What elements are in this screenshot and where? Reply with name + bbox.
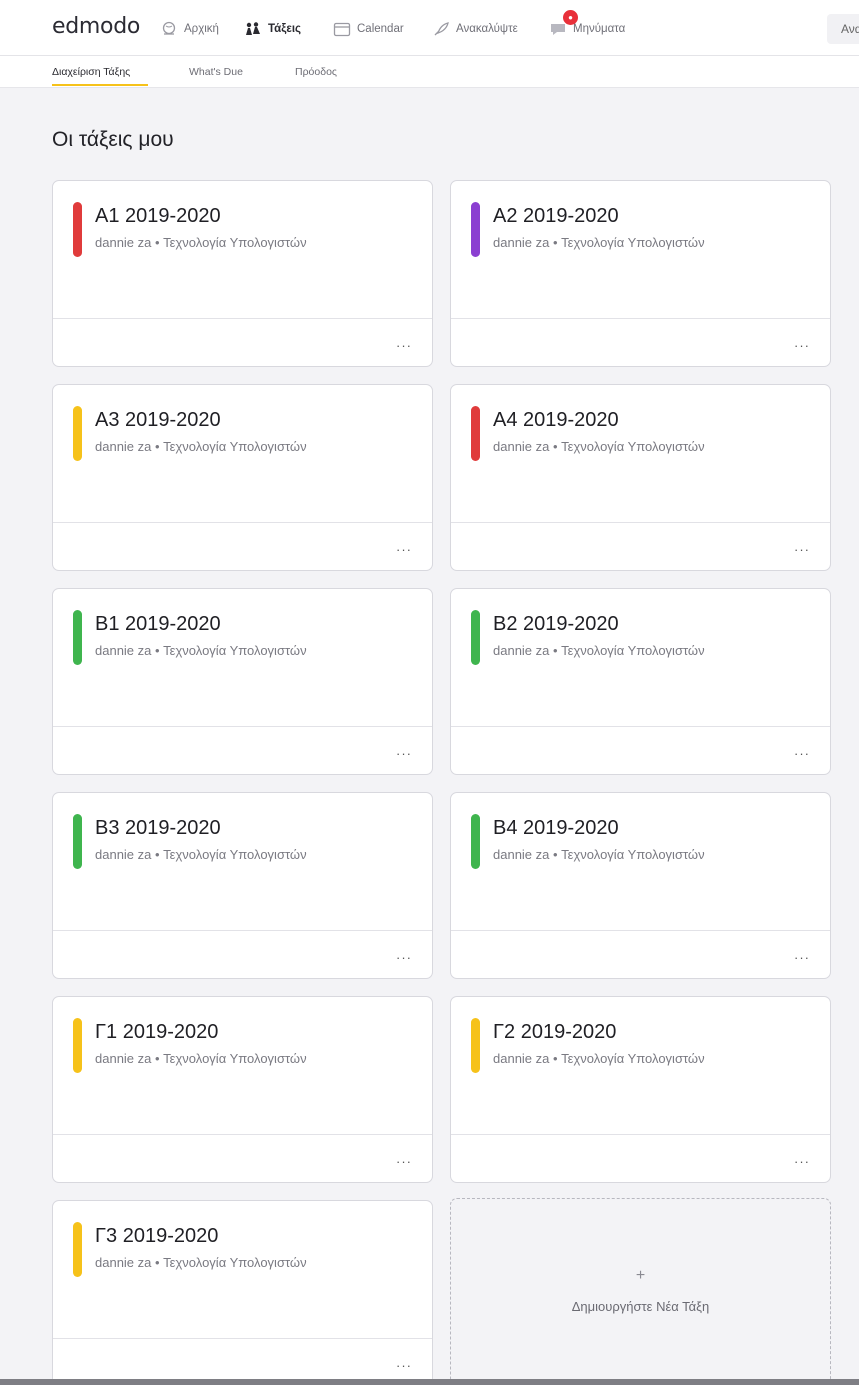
class-card-footer: ··· [451,930,830,978]
class-card[interactable]: Γ3 2019-2020 dannie za • Τεχνολογία Υπολο… [52,1200,433,1385]
class-color-bar [471,814,480,869]
nav-messages-label: Μηνύματα [573,23,626,35]
class-card-footer: ··· [53,1338,432,1385]
class-subtitle: dannie za • Τεχνολογία Υπολογιστών [95,1255,307,1270]
class-name[interactable]: Α2 2019-2020 [493,205,619,228]
class-name[interactable]: Α3 2019-2020 [95,409,221,432]
class-card[interactable]: Α1 2019-2020 dannie za • Τεχνολογία Υπολο… [52,180,433,367]
rocket-icon [434,22,449,36]
class-card[interactable]: Β1 2019-2020 dannie za • Τεχνολογία Υπολο… [52,588,433,775]
class-card-footer: ··· [53,318,432,366]
more-options-button[interactable]: ··· [794,951,810,964]
create-new-class-label: Δημιουργήστε Νέα Τάξη [571,1299,710,1314]
tab-manage-class[interactable]: Διαχείριση Τάξης [52,66,130,78]
nav-calendar[interactable]: Calendar [333,20,404,38]
class-name[interactable]: Α1 2019-2020 [95,205,221,228]
class-subtitle: dannie za • Τεχνολογία Υπολογιστών [95,235,307,250]
class-subtitle: dannie za • Τεχνολογία Υπολογιστών [493,643,705,658]
nav-home[interactable]: Αρχική [160,20,219,38]
calendar-icon [333,22,351,37]
create-new-class-card[interactable]: + Δημιουργήστε Νέα Τάξη [450,1198,831,1385]
nav-messages[interactable]: Μηνύματα [549,20,625,38]
edmodo-logo[interactable]: edmodo [52,14,140,39]
notification-badge: ● [563,10,578,25]
class-card-footer: ··· [451,1134,830,1182]
nav-calendar-label: Calendar [357,23,404,35]
class-name[interactable]: Γ3 2019-2020 [95,1225,218,1248]
search-input[interactable]: Ανα [827,14,859,44]
class-name[interactable]: Γ1 2019-2020 [95,1021,218,1044]
nav-discover-label: Ανακαλύψτε [456,23,518,35]
nav-home-label: Αρχική [184,23,219,35]
class-subtitle: dannie za • Τεχνολογία Υπολογιστών [493,847,705,862]
class-color-bar [73,814,82,869]
class-color-bar [471,1018,480,1073]
class-card[interactable]: Α2 2019-2020 dannie za • Τεχνολογία Υπολο… [450,180,831,367]
class-subtitle: dannie za • Τεχνολογία Υπολογιστών [493,439,705,454]
class-card-footer: ··· [53,1134,432,1182]
class-color-bar [73,202,82,257]
active-tab-underline [52,84,148,86]
class-subtitle: dannie za • Τεχνολογία Υπολογιστών [493,1051,705,1066]
more-options-button[interactable]: ··· [396,1155,412,1168]
more-options-button[interactable]: ··· [794,1155,810,1168]
page-title: Οι τάξεις μου [52,128,174,151]
class-card[interactable]: Β2 2019-2020 dannie za • Τεχνολογία Υπολο… [450,588,831,775]
class-color-bar [471,406,480,461]
classes-people-icon [246,22,260,35]
more-options-button[interactable]: ··· [396,339,412,352]
more-options-button[interactable]: ··· [794,747,810,760]
class-subtitle: dannie za • Τεχνολογία Υπολογιστών [95,643,307,658]
class-card-footer: ··· [451,318,830,366]
class-color-bar [471,610,480,665]
nav-discover[interactable]: Ανακαλύψτε [432,20,518,38]
class-name[interactable]: Β2 2019-2020 [493,613,619,636]
class-color-bar [73,610,82,665]
tab-progress[interactable]: Πρόοδος [295,66,337,78]
class-color-bar [73,1222,82,1277]
more-options-button[interactable]: ··· [396,543,412,556]
nav-classes[interactable]: Τάξεις [244,20,301,38]
bottom-scroll-edge [0,1379,859,1385]
more-options-button[interactable]: ··· [396,1359,412,1372]
class-card[interactable]: Γ2 2019-2020 dannie za • Τεχνολογία Υπολο… [450,996,831,1183]
home-globe-icon [162,21,176,35]
class-subtitle: dannie za • Τεχνολογία Υπολογιστών [493,235,705,250]
class-subtitle: dannie za • Τεχνολογία Υπολογιστών [95,1051,307,1066]
tab-whats-due[interactable]: What's Due [189,66,243,78]
class-card-footer: ··· [53,930,432,978]
class-name[interactable]: Β3 2019-2020 [95,817,221,840]
class-subtitle: dannie za • Τεχνολογία Υπολογιστών [95,847,307,862]
more-options-button[interactable]: ··· [396,951,412,964]
class-card[interactable]: Β3 2019-2020 dannie za • Τεχνολογία Υπολο… [52,792,433,979]
class-card-footer: ··· [451,522,830,570]
class-subtitle: dannie za • Τεχνολογία Υπολογιστών [95,439,307,454]
class-color-bar [471,202,480,257]
class-card-footer: ··· [53,522,432,570]
chat-bubble-icon [551,24,565,35]
class-card-footer: ··· [53,726,432,774]
top-navbar: edmodo Αρχική Τάξεις Calendar Ανακαλύψτε [0,0,859,56]
more-options-button[interactable]: ··· [396,747,412,760]
plus-icon: + [635,1267,646,1284]
class-name[interactable]: Β1 2019-2020 [95,613,221,636]
class-card[interactable]: Α3 2019-2020 dannie za • Τεχνολογία Υπολο… [52,384,433,571]
nav-classes-label: Τάξεις [268,23,301,35]
class-color-bar [73,406,82,461]
class-name[interactable]: Α4 2019-2020 [493,409,619,432]
class-name[interactable]: Γ2 2019-2020 [493,1021,616,1044]
class-card[interactable]: Α4 2019-2020 dannie za • Τεχνολογία Υπολο… [450,384,831,571]
class-card[interactable]: Γ1 2019-2020 dannie za • Τεχνολογία Υπολο… [52,996,433,1183]
class-card-footer: ··· [451,726,830,774]
class-name[interactable]: Β4 2019-2020 [493,817,619,840]
class-card[interactable]: Β4 2019-2020 dannie za • Τεχνολογία Υπολο… [450,792,831,979]
more-options-button[interactable]: ··· [794,543,810,556]
class-color-bar [73,1018,82,1073]
more-options-button[interactable]: ··· [794,339,810,352]
